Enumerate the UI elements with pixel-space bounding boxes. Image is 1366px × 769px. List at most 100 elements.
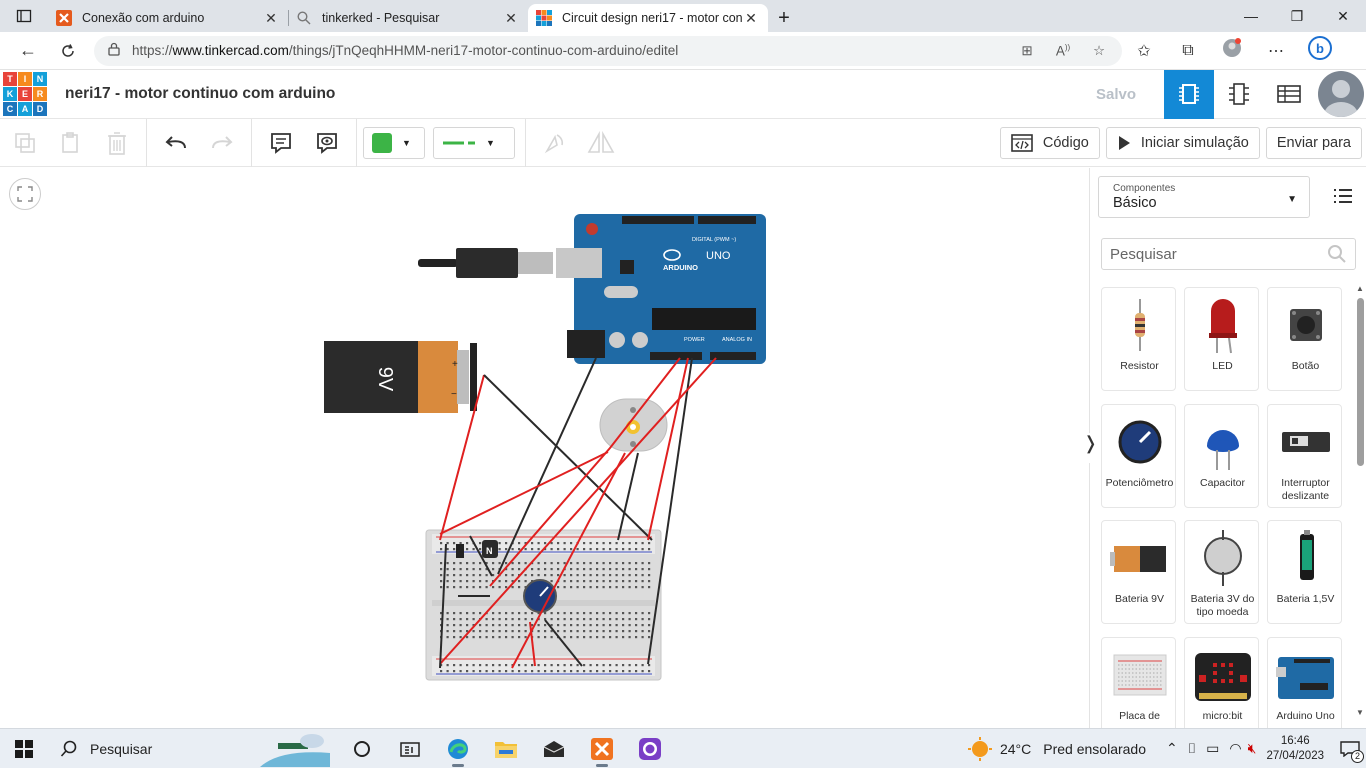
- taskbar-xampp[interactable]: [578, 729, 626, 769]
- potentiometer-icon: [1102, 411, 1177, 473]
- search-placeholder: Pesquisar: [1110, 245, 1177, 263]
- component-card-battery-9v[interactable]: Bateria 9V: [1101, 520, 1176, 624]
- close-tab-icon[interactable]: ✕: [502, 10, 520, 27]
- project-title[interactable]: neri17 - motor continuo com arduino: [65, 85, 335, 103]
- notes-button[interactable]: [258, 119, 304, 167]
- wifi-icon[interactable]: ◠: [1229, 740, 1241, 757]
- component-name: Botão: [1291, 360, 1320, 372]
- color-swatch: [372, 132, 392, 153]
- tab-actions-icon: [16, 9, 32, 23]
- color-dropdown[interactable]: ▼: [363, 126, 425, 159]
- components-dropdown[interactable]: Componentes Básico ▼: [1098, 176, 1310, 218]
- close-tab-icon[interactable]: ✕: [742, 10, 760, 27]
- battery-label: 9V: [374, 367, 396, 392]
- tab-conexao-arduino[interactable]: Conexão com arduino ✕: [48, 4, 288, 32]
- maximize-icon[interactable]: ❐: [1274, 0, 1320, 32]
- notification-center-button[interactable]: 2: [1334, 729, 1366, 769]
- wire[interactable]: [617, 452, 639, 541]
- notes-visibility-button[interactable]: [304, 119, 350, 167]
- component-card-resistor[interactable]: Resistor: [1101, 287, 1176, 391]
- circuit-view-button[interactable]: [1164, 69, 1214, 119]
- battery-icon[interactable]: ▭: [1206, 740, 1219, 757]
- wire-type-dropdown[interactable]: ▼: [433, 126, 515, 159]
- dc-motor[interactable]: [599, 398, 668, 452]
- app-available-icon[interactable]: ⊞: [1012, 43, 1042, 59]
- list-view-button[interactable]: [1333, 188, 1353, 207]
- arduino-power-header: POWER: [684, 337, 705, 343]
- url-field[interactable]: https://www.tinkercad.com/things/jTnQeqh…: [94, 35, 1122, 66]
- component-card-potentiometer[interactable]: Potenciômetro: [1101, 404, 1176, 508]
- taskbar-edge[interactable]: [434, 729, 482, 769]
- undo-button[interactable]: [153, 119, 199, 167]
- chevron-up-icon[interactable]: ⌃: [1166, 740, 1178, 757]
- tinkercad-logo[interactable]: TIN KER CAD: [3, 72, 47, 116]
- wire[interactable]: [439, 451, 609, 535]
- schematic-view-button[interactable]: [1214, 70, 1264, 119]
- add-favorite-icon[interactable]: ☆: [1084, 43, 1114, 59]
- copy-button[interactable]: [2, 119, 48, 167]
- component-card-coin-battery[interactable]: Bateria 3V do tipo moeda: [1184, 520, 1259, 624]
- task-view-icon: [354, 740, 370, 757]
- widgets-icon: [400, 741, 420, 757]
- potentiometer[interactable]: [523, 579, 557, 613]
- taskbar-github[interactable]: [626, 729, 674, 769]
- component-card-pushbutton[interactable]: Botão: [1267, 287, 1342, 391]
- refresh-icon[interactable]: [48, 35, 88, 67]
- battery-9v[interactable]: 9V + −: [324, 341, 477, 413]
- components-search-input[interactable]: Pesquisar: [1101, 238, 1356, 270]
- widgets-button[interactable]: [386, 729, 434, 769]
- component-card-battery-aa[interactable]: Bateria 1,5V: [1267, 520, 1342, 624]
- close-window-icon[interactable]: ✕: [1320, 0, 1366, 32]
- wire[interactable]: [647, 357, 689, 541]
- close-tab-icon[interactable]: ✕: [262, 10, 280, 27]
- component-card-arduino-uno[interactable]: Arduino Uno: [1267, 637, 1342, 741]
- component-card-led[interactable]: LED: [1184, 287, 1259, 391]
- read-aloud-icon[interactable]: A)): [1048, 43, 1078, 59]
- delete-button[interactable]: [94, 119, 140, 167]
- arduino-uno[interactable]: ARDUINO UNO DIGITAL (PWM ~) POWER ANALOG…: [556, 214, 766, 364]
- component-card-breadboard[interactable]: Placa de: [1101, 637, 1176, 741]
- windows-logo-icon: [15, 739, 33, 758]
- circuit-canvas[interactable]: 9V + − ARDUINO UNO DIGITAL (PWM ~) POWER…: [0, 168, 1089, 728]
- redo-button[interactable]: [199, 119, 245, 167]
- volume-muted-icon[interactable]: 🔇︎: [1248, 740, 1257, 757]
- weather-temp[interactable]: 24°C: [1000, 741, 1031, 757]
- panel-scrollbar[interactable]: ▲ ▼: [1355, 284, 1365, 724]
- collections-icon[interactable]: ⧉: [1166, 42, 1210, 60]
- component-list-button[interactable]: [1264, 70, 1314, 119]
- search-icon: [1328, 245, 1346, 263]
- minimize-icon[interactable]: —: [1228, 0, 1274, 32]
- bing-copilot-icon[interactable]: b: [1298, 36, 1342, 65]
- new-tab-button[interactable]: +: [768, 4, 800, 32]
- taskbar-mail[interactable]: [530, 729, 578, 769]
- taskbar-search[interactable]: Pesquisar: [48, 729, 338, 769]
- taskbar-file-explorer[interactable]: [482, 729, 530, 769]
- user-avatar[interactable]: [1318, 71, 1364, 117]
- favorites-icon[interactable]: ✩: [1122, 41, 1166, 61]
- lock-icon[interactable]: [108, 42, 120, 59]
- windows-start-button[interactable]: [0, 739, 48, 758]
- component-card-capacitor[interactable]: Capacitor: [1184, 404, 1259, 508]
- task-view-button[interactable]: [338, 729, 386, 769]
- workspaces-button[interactable]: [0, 0, 48, 32]
- tab-pesquisar[interactable]: tinkerked - Pesquisar ✕: [288, 4, 528, 32]
- tab-circuit-design[interactable]: Circuit design neri17 - motor con ✕: [528, 4, 768, 32]
- tab-title: Circuit design neri17 - motor con: [562, 11, 742, 25]
- more-icon[interactable]: ⋯: [1254, 41, 1298, 61]
- device-icon[interactable]: ⌷: [1188, 740, 1196, 757]
- weather-desc[interactable]: Pred ensolarado: [1043, 741, 1146, 757]
- clock[interactable]: 16:46 27/04/2023: [1266, 734, 1324, 764]
- paste-button[interactable]: [48, 119, 94, 167]
- list-icon: [1334, 189, 1352, 203]
- profile-icon[interactable]: [1210, 38, 1254, 63]
- back-icon[interactable]: ←: [8, 35, 48, 67]
- rotate-button[interactable]: [532, 119, 578, 167]
- component-card-slide-switch[interactable]: Interruptor deslizante: [1267, 404, 1342, 508]
- component-card-microbit[interactable]: micro:bit: [1184, 637, 1259, 741]
- flip-button[interactable]: [578, 119, 624, 167]
- start-simulation-button[interactable]: Iniciar simulação: [1105, 126, 1260, 159]
- weather-sun-icon[interactable]: [967, 736, 992, 761]
- code-button[interactable]: Código: [999, 126, 1100, 159]
- send-to-button[interactable]: Enviar para: [1265, 126, 1362, 159]
- collapse-panel-icon[interactable]: ❭: [1083, 433, 1098, 463]
